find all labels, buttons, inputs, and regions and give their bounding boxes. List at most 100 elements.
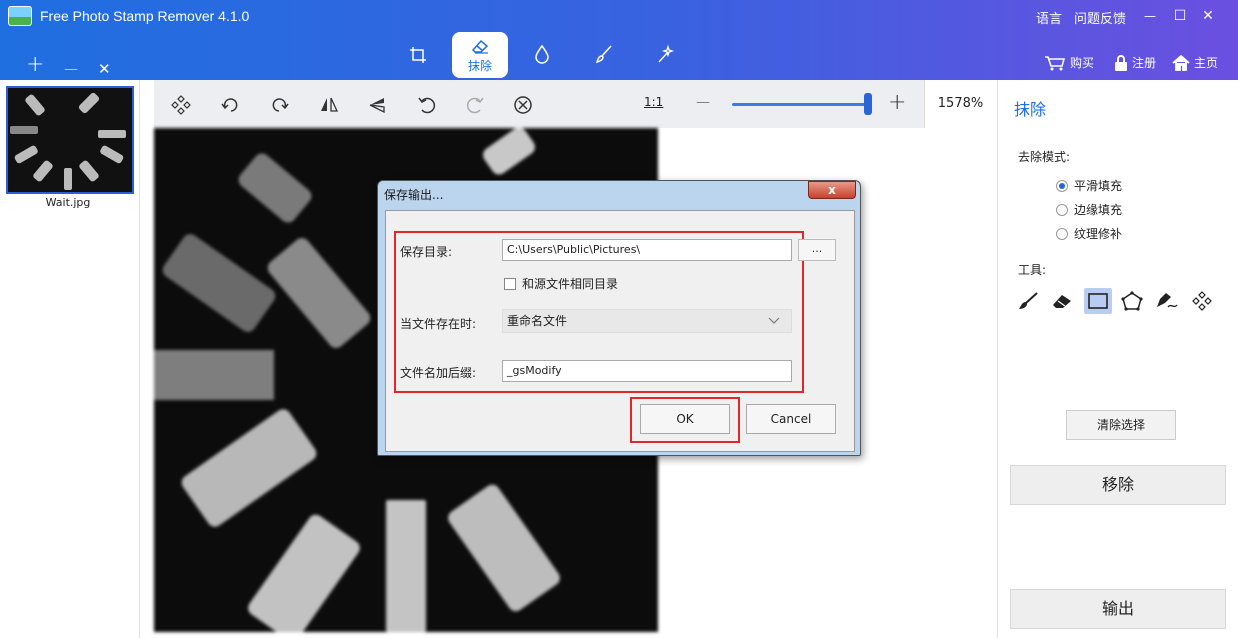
tool-eraser[interactable]: [1048, 288, 1076, 314]
feedback-link[interactable]: 问题反馈: [1074, 8, 1126, 27]
save-dir-input[interactable]: C:\Users\Public\Pictures\: [502, 239, 792, 261]
tab-crop[interactable]: [390, 32, 446, 78]
redo-icon: [466, 97, 484, 114]
image-shape: [264, 234, 374, 352]
flip-horizontal-button[interactable]: [318, 94, 340, 116]
file-exists-value: 重命名文件: [507, 314, 568, 328]
mode-smooth-fill[interactable]: 平滑填充: [1056, 177, 1122, 194]
actual-size-button[interactable]: 1:1: [644, 95, 663, 109]
undo-button[interactable]: [416, 94, 438, 116]
same-dir-label: 和源文件相同目录: [522, 277, 619, 291]
mode-smooth-fill-label: 平滑填充: [1074, 179, 1123, 193]
tab-magic[interactable]: [638, 32, 694, 78]
remove-file-button[interactable]: —: [64, 58, 78, 80]
register-link[interactable]: 注册: [1114, 54, 1156, 71]
clear-selection-button[interactable]: 清除选择: [1066, 410, 1176, 440]
zoom-level: 1578%: [924, 80, 996, 128]
same-dir-checkbox[interactable]: [504, 277, 516, 290]
move-icon: [171, 95, 191, 115]
panel-title: 抹除: [1014, 100, 1047, 119]
title-bar: Free Photo Stamp Remover 4.1.0 语言 问题反馈 —…: [0, 0, 1238, 80]
chevron-down-icon: [767, 310, 781, 337]
magic-wand-icon: [658, 44, 675, 63]
radio-button[interactable]: [1056, 227, 1068, 240]
radio-button[interactable]: [1056, 203, 1068, 216]
tool-brush[interactable]: [1014, 288, 1042, 314]
cancel-button[interactable]: Cancel: [746, 404, 836, 434]
cancel-edit-button[interactable]: [512, 94, 534, 116]
mode-texture-patch-label: 纹理修补: [1074, 227, 1123, 241]
zoom-slider-handle[interactable]: [864, 93, 872, 115]
drop-icon: [535, 44, 549, 64]
polygon-icon: [1121, 291, 1143, 311]
remove-button[interactable]: 移除: [1010, 465, 1226, 505]
app-title: Free Photo Stamp Remover 4.1.0: [40, 8, 250, 24]
dialog-title: 保存输出...: [384, 188, 444, 202]
pen-icon: [1157, 293, 1178, 308]
pan-button[interactable]: [170, 94, 192, 116]
file-exists-select[interactable]: 重命名文件: [502, 309, 792, 333]
dialog-close-button[interactable]: x: [808, 181, 856, 199]
tools-label: 工具:: [1018, 263, 1047, 277]
tab-brush[interactable]: [576, 32, 632, 78]
image-shape: [245, 511, 363, 632]
home-label: 主页: [1194, 56, 1219, 70]
minimize-button[interactable]: —: [1140, 6, 1160, 26]
ok-button[interactable]: OK: [640, 404, 730, 434]
home-icon: [1172, 54, 1190, 71]
image-shape: [159, 230, 279, 336]
clear-files-button[interactable]: ✕: [98, 58, 111, 80]
thumbnail-preview: [8, 88, 132, 192]
rotate-right-button[interactable]: [268, 94, 290, 116]
redo-button[interactable]: [464, 94, 486, 116]
suffix-input[interactable]: _gsModify: [502, 360, 792, 382]
rotate-left-button[interactable]: [220, 94, 242, 116]
image-shape: [154, 350, 274, 400]
maximize-button[interactable]: ☐: [1170, 6, 1190, 26]
cancel-circle-icon: [514, 96, 532, 114]
flip-vertical-icon: [369, 98, 385, 114]
suffix-label: 文件名加后缀:: [400, 366, 477, 380]
tab-color-fill[interactable]: [514, 32, 570, 78]
rotate-right-icon: [272, 98, 289, 112]
undo-icon: [418, 97, 436, 114]
buy-link[interactable]: 购买: [1044, 54, 1094, 71]
flip-vertical-button[interactable]: [366, 94, 388, 116]
app-logo-icon: [8, 6, 32, 26]
add-file-button[interactable]: +: [26, 54, 44, 76]
tool-polygon[interactable]: [1118, 288, 1146, 314]
zoom-out-button[interactable]: —: [696, 94, 710, 110]
crop-icon: [410, 47, 426, 63]
register-label: 注册: [1132, 56, 1157, 70]
save-output-dialog: 保存输出... x 保存目录: C:\Users\Public\Pictures…: [377, 180, 861, 456]
dialog-body: 保存目录: C:\Users\Public\Pictures\ ... 和源文件…: [385, 210, 855, 452]
output-button[interactable]: 输出: [1010, 589, 1226, 629]
tool-pen[interactable]: [1152, 288, 1180, 314]
thumbnail-image[interactable]: [6, 86, 134, 194]
removal-mode-label: 去除模式:: [1018, 150, 1071, 164]
browse-button[interactable]: ...: [798, 239, 836, 261]
same-dir-checkbox-row[interactable]: 和源文件相同目录: [504, 275, 618, 292]
close-button[interactable]: ✕: [1198, 6, 1218, 26]
image-shape: [386, 500, 426, 632]
image-shape: [445, 481, 563, 615]
home-link[interactable]: 主页: [1172, 54, 1218, 71]
image-toolbar: 1:1 — + 1578%: [154, 80, 996, 128]
image-shape: [479, 128, 539, 178]
zoom-in-button[interactable]: +: [888, 90, 906, 115]
radio-button[interactable]: [1056, 179, 1068, 192]
tool-move[interactable]: [1188, 288, 1216, 314]
image-shape: [235, 150, 315, 226]
rectangle-icon: [1088, 293, 1108, 309]
language-link[interactable]: 语言: [1036, 8, 1062, 27]
zoom-slider-track[interactable]: [732, 103, 868, 106]
mode-edge-fill[interactable]: 边缘填充: [1056, 201, 1122, 218]
move-icon: [1192, 291, 1212, 311]
eraser-icon: [1053, 295, 1071, 308]
rotate-left-icon: [221, 98, 238, 112]
mode-texture-patch[interactable]: 纹理修补: [1056, 225, 1122, 242]
thumbnail-panel: Wait.jpg: [0, 80, 140, 638]
tool-rectangle[interactable]: [1084, 288, 1112, 314]
tab-erase[interactable]: 抹除: [452, 32, 508, 78]
mode-edge-fill-label: 边缘填充: [1074, 203, 1123, 217]
